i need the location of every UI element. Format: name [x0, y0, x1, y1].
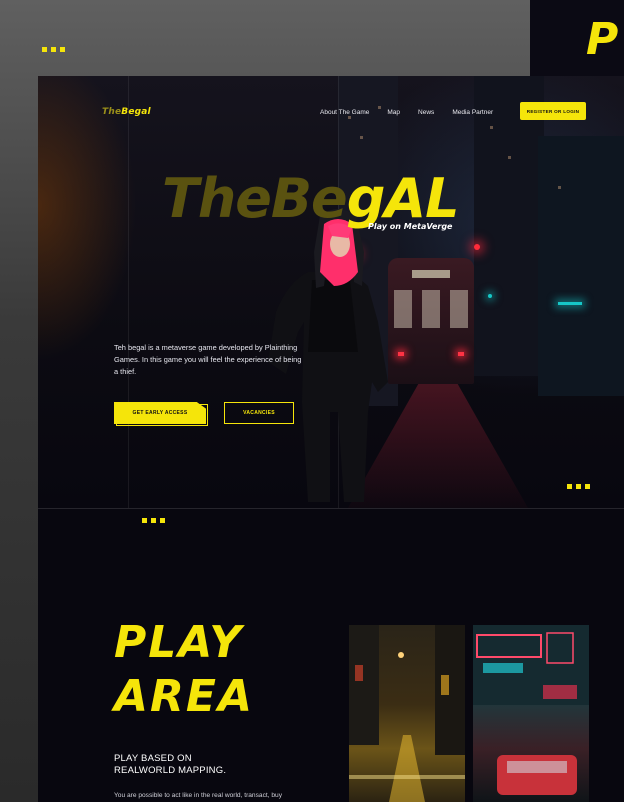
traffic-light: [474, 244, 480, 250]
background-mockup-panel: P: [530, 0, 624, 76]
city-street-photo: [349, 625, 465, 802]
play-area-title-line1: PLAY: [114, 617, 244, 668]
play-area-subtitle-line2: REALWORLD MAPPING.: [114, 765, 227, 776]
play-area-title: PLAY AREA: [114, 616, 254, 724]
register-login-button[interactable]: REGISTER OR LOGIN: [520, 102, 586, 120]
vacancies-button[interactable]: VACANCIES: [224, 402, 294, 424]
get-early-access-button[interactable]: GET EARLY ACCESS: [114, 402, 206, 424]
building: [538, 136, 624, 396]
window-light: [508, 156, 511, 159]
decorative-dots: [42, 47, 65, 52]
window-light: [360, 136, 363, 139]
play-area-subtitle-line1: PLAY BASED ON: [114, 753, 192, 764]
site-logo[interactable]: TheBegal: [102, 107, 151, 117]
hero-description: Teh begal is a metaverse game developed …: [114, 343, 302, 376]
nav-about-the-game[interactable]: About The Game: [320, 109, 369, 116]
hero-section: TheBegal About The Game Map News Media P…: [38, 76, 624, 508]
play-area-title-line2: AREA: [114, 671, 255, 722]
play-area-subtitle: PLAY BASED ON REALWORLD MAPPING.: [114, 753, 226, 777]
hero-title: TheBegAL: [162, 167, 460, 230]
neon-street-photo: [473, 625, 589, 802]
nav-news[interactable]: News: [418, 109, 434, 116]
window-light: [348, 116, 351, 119]
nav-media-partner[interactable]: Media Partner: [452, 109, 493, 116]
neon-sign: [558, 302, 582, 305]
background-logo-fragment: P: [586, 14, 619, 65]
neon-light: [488, 294, 492, 298]
window-light: [558, 186, 561, 189]
window-light: [490, 126, 493, 129]
section-divider: [38, 508, 624, 509]
hero-tagline: Play on MetaVerge: [368, 222, 453, 231]
play-area-body: You are possible to act like in the real…: [114, 792, 282, 799]
grid-line: [128, 76, 129, 508]
website-mockup: TheBegal About The Game Map News Media P…: [38, 76, 624, 802]
building: [474, 76, 544, 376]
decorative-dots: [142, 518, 165, 523]
tram-image: [388, 258, 474, 384]
decorative-dots: [567, 484, 590, 489]
main-nav: About The Game Map News Media Partner: [320, 109, 493, 116]
nav-map[interactable]: Map: [387, 109, 400, 116]
